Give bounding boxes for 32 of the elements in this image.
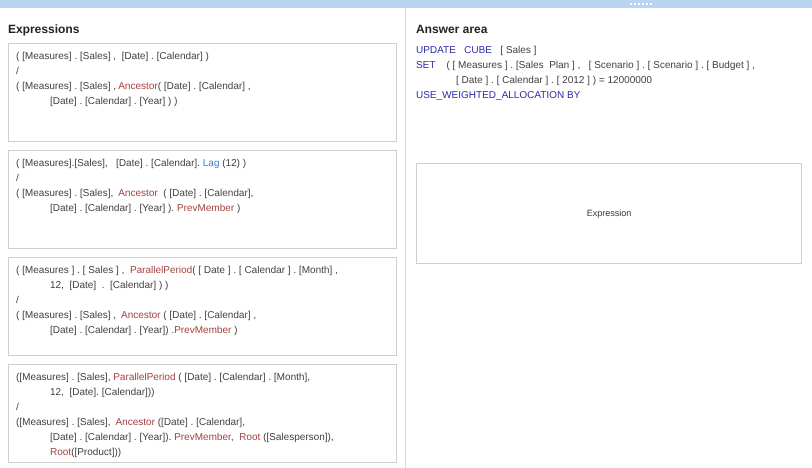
- code-line: /: [16, 401, 19, 415]
- drag-handle-icon[interactable]: [630, 2, 652, 6]
- code-line: [Date] . [Calendar] . [Year] ). PrevMember ): [49, 202, 240, 216]
- expression-card[interactable]: [8, 364, 397, 463]
- code-line: ( [Measures ] . [ Sales ] , ParallelPeriod( [ Date ] . [ Calendar ] . [Month] ,: [16, 264, 338, 278]
- drop-zone[interactable]: Expression: [416, 163, 802, 264]
- code-line: Root([Product])): [49, 446, 122, 460]
- code-line: SET ( [ Measures ] . [Sales Plan ] , [ Scenario ] . [ Scenario ] . [ Budget ] ,: [416, 59, 755, 73]
- code-line: /: [16, 65, 19, 79]
- expression-card[interactable]: ( [Measures] . [Sales] , [Date] . [Calendar] ) / ( [Measures] . [Sales] , Ancestor( [Date] . [Calendar] , [Date] . [Calendar] . [Year] ) ): [8, 43, 397, 142]
- panel-title: Expressions: [8, 21, 80, 38]
- code-line: [Date] . [Calendar] . [Year]). PrevMember, Root ([Salesperson]),: [49, 431, 334, 445]
- code-line: ( [Measures] . [Sales] , Ancestor( [Date] . [Calendar] ,: [16, 80, 251, 94]
- code-line: 12, [Date]. [Calendar])): [49, 386, 154, 400]
- code-line: ( [Measures] . [Sales] , Ancestor ( [Date] . [Calendar] ,: [16, 309, 256, 323]
- code-line: USE_WEIGHTED_ALLOCATION BY: [416, 89, 580, 103]
- code-line: /: [16, 172, 19, 186]
- code-line: [Date] . [Calendar] . [Year]) .PrevMember ): [49, 324, 238, 338]
- code-line: ( [Measures].[Sales], [Date] . [Calendar]. Lag (12) ): [16, 157, 246, 171]
- code-line: [Date] . [Calendar] . [Year] ) ): [49, 95, 178, 109]
- code-line: ([Measures] . [Sales], Ancestor ([Date] . [Calendar],: [16, 416, 245, 430]
- code-line: ( [Measures] . [Sales] , [Date] . [Calendar] ): [16, 50, 209, 64]
- code-line: 12, [Date] . [Calendar] ) ): [49, 279, 168, 293]
- drop-zone-label: Expression: [586, 206, 632, 220]
- code-line: ([Measures] . [Sales], ParallelPeriod ( [Date] . [Calendar] . [Month],: [16, 371, 310, 385]
- panel-title: Answer area: [416, 21, 488, 38]
- code-line: [ Date ] . [ Calendar ] . [ 2012 ] ) = 12000000: [455, 74, 652, 88]
- code-line: ( [Measures] . [Sales], Ancestor ( [Date] . [Calendar],: [16, 187, 254, 201]
- code-line: UPDATE CUBE [ Sales ]: [416, 44, 536, 58]
- expression-card[interactable]: ( [Measures].[Sales], [Date] . [Calendar]. Lag (12) ) / ( [Measures] . [Sales], Ancestor ( [Date] . [Calendar], [Date] . [Calendar] . [Year] ). PrevMember ): [8, 150, 397, 249]
- code-line: /: [16, 294, 19, 308]
- expression-card[interactable]: [8, 257, 397, 356]
